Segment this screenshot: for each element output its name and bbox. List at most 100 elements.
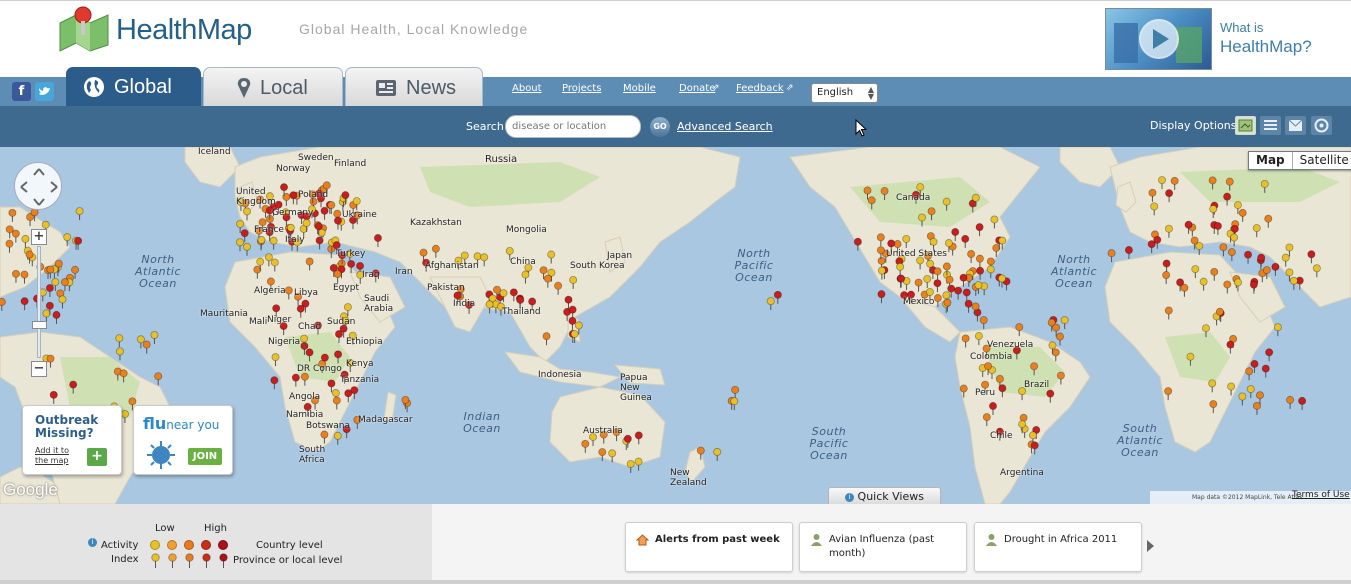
outbreak-pin[interactable] bbox=[1298, 396, 1307, 410]
outbreak-pin[interactable] bbox=[634, 457, 643, 471]
map-label-italy: Italy bbox=[285, 235, 305, 245]
outbreak-pin[interactable] bbox=[1273, 323, 1282, 337]
outbreak-pin[interactable] bbox=[150, 330, 159, 344]
outbreak-pin[interactable] bbox=[154, 372, 163, 386]
outbreak-pin[interactable] bbox=[75, 207, 84, 221]
tab-news[interactable]: News bbox=[345, 67, 483, 106]
outbreak-pin[interactable] bbox=[1261, 364, 1270, 378]
outbreak-pin[interactable] bbox=[1265, 348, 1274, 362]
legend-info-icon[interactable]: i bbox=[88, 538, 97, 547]
language-select[interactable]: English ▲ ▼ bbox=[811, 83, 878, 103]
map-type-satellite-button[interactable]: Satellite bbox=[1293, 152, 1351, 169]
outbreak-pin[interactable] bbox=[1238, 392, 1247, 406]
tab-global[interactable]: Global bbox=[66, 67, 201, 106]
quick-view-card[interactable]: Avian Influenza (past month) bbox=[799, 522, 967, 572]
outbreak-pin[interactable] bbox=[1153, 235, 1162, 249]
outbreak-pin[interactable] bbox=[1147, 240, 1156, 254]
facebook-icon[interactable]: f bbox=[12, 82, 31, 101]
zoom-out-button[interactable]: − bbox=[31, 361, 47, 377]
map-type-map-button[interactable]: Map bbox=[1249, 152, 1293, 169]
outbreak-pin[interactable] bbox=[115, 334, 124, 348]
outbreak-pin[interactable] bbox=[943, 298, 952, 312]
zoom-slider-thumb[interactable] bbox=[32, 321, 47, 329]
outbreak-pin[interactable] bbox=[236, 238, 245, 252]
outbreak-pin[interactable] bbox=[1055, 332, 1064, 346]
mail-view-icon[interactable] bbox=[1285, 116, 1306, 135]
advanced-search-link[interactable]: Advanced Search bbox=[677, 120, 773, 133]
outbreak-pin[interactable] bbox=[58, 295, 67, 309]
twitter-icon[interactable] bbox=[35, 82, 54, 101]
outbreak-pin[interactable] bbox=[1257, 253, 1266, 267]
map-label-niger: Niger bbox=[267, 315, 292, 325]
outbreak-pin[interactable] bbox=[877, 290, 886, 304]
outbreak-pin[interactable] bbox=[964, 299, 973, 313]
outbreak-pin[interactable] bbox=[1195, 241, 1204, 255]
outbreak-pin[interactable] bbox=[60, 278, 69, 292]
outbreak-pin[interactable] bbox=[626, 459, 635, 473]
outbreak-pin[interactable] bbox=[986, 265, 995, 279]
outbreak-pin[interactable] bbox=[270, 376, 279, 390]
projects-link[interactable]: Projects bbox=[562, 83, 601, 94]
outbreak-missing-promo[interactable]: Outbreak Missing? Add it to the map + bbox=[22, 405, 122, 475]
outbreak-pin[interactable] bbox=[1060, 316, 1069, 330]
outbreak-pin[interactable] bbox=[243, 242, 252, 256]
outbreak-pin[interactable] bbox=[979, 316, 988, 330]
outbreak-pin[interactable] bbox=[731, 385, 740, 399]
outbreak-pin[interactable] bbox=[766, 297, 775, 311]
map-label-chad: Chad bbox=[298, 322, 322, 332]
outbreak-pin[interactable] bbox=[0, 297, 6, 311]
outbreak-pin[interactable] bbox=[269, 236, 278, 250]
outbreak-pin[interactable] bbox=[1271, 262, 1280, 276]
outbreak-pin[interactable] bbox=[713, 447, 722, 461]
quick-view-card[interactable]: Drought in Africa 2011 bbox=[974, 522, 1142, 572]
outbreak-pin[interactable] bbox=[954, 286, 963, 300]
map-view-icon[interactable] bbox=[1235, 116, 1256, 135]
outbreak-pin[interactable] bbox=[257, 235, 266, 249]
about-link[interactable]: About bbox=[512, 83, 542, 94]
search-input[interactable]: disease or location bbox=[505, 115, 641, 138]
zoom-in-button[interactable]: + bbox=[31, 229, 47, 245]
outbreak-pin[interactable] bbox=[1286, 395, 1295, 409]
zoom-slider-track[interactable] bbox=[37, 246, 41, 358]
tab-local[interactable]: Local bbox=[203, 67, 343, 106]
globe-settings-icon[interactable] bbox=[1311, 116, 1332, 135]
map-label-iceland: Iceland bbox=[198, 147, 231, 157]
world-map[interactable]: Russia Iceland Norway Finland Sweden Uni… bbox=[0, 147, 1351, 504]
quick-view-card[interactable]: Alerts from past week bbox=[625, 522, 793, 572]
outbreak-pin[interactable] bbox=[598, 448, 607, 462]
add-outbreak-button[interactable]: + bbox=[87, 448, 107, 466]
outbreak-pin[interactable] bbox=[485, 300, 494, 314]
outbreak-pin[interactable] bbox=[52, 310, 61, 324]
outbreak-pin[interactable] bbox=[1245, 367, 1254, 381]
map-label-kazakhstan: Kazakhstan bbox=[410, 218, 462, 228]
video-thumbnail[interactable] bbox=[1105, 8, 1212, 70]
outbreak-pin[interactable] bbox=[142, 340, 151, 354]
healthmap-logo[interactable]: HealthMap bbox=[56, 5, 276, 53]
donate-link[interactable]: Donate bbox=[679, 83, 715, 94]
outbreak-pin[interactable] bbox=[1244, 250, 1253, 264]
outbreak-pin[interactable] bbox=[115, 347, 124, 361]
outbreak-pin[interactable] bbox=[976, 266, 985, 280]
what-is-healthmap-video[interactable]: What is HealthMap? bbox=[1105, 8, 1335, 70]
mobile-link[interactable]: Mobile bbox=[623, 83, 656, 94]
outbreak-pin[interactable] bbox=[333, 431, 342, 445]
feedback-link[interactable]: Feedback bbox=[736, 83, 784, 94]
outbreak-pin[interactable] bbox=[1219, 243, 1228, 257]
terms-of-use-link[interactable]: Terms of Use bbox=[1292, 490, 1350, 500]
outbreak-pin[interactable] bbox=[1246, 385, 1255, 399]
quick-views-next-arrow-icon[interactable] bbox=[1147, 540, 1154, 552]
outbreak-pin[interactable] bbox=[773, 290, 782, 304]
outbreak-pin[interactable] bbox=[20, 297, 29, 311]
outbreak-pin[interactable] bbox=[962, 288, 971, 302]
flu-near-you-promo[interactable]: flunear you JOIN bbox=[133, 405, 233, 475]
join-button[interactable]: JOIN bbox=[188, 448, 222, 465]
list-view-icon[interactable] bbox=[1260, 116, 1281, 135]
pan-control[interactable] bbox=[14, 162, 62, 210]
outbreak-pin[interactable] bbox=[1124, 246, 1133, 260]
outbreak-pin[interactable] bbox=[1289, 276, 1298, 290]
go-button[interactable]: GO bbox=[650, 117, 670, 137]
outbreak-pin[interactable] bbox=[1252, 401, 1261, 415]
outbreak-pin[interactable] bbox=[1227, 248, 1236, 262]
outbreak-pin[interactable] bbox=[1107, 249, 1116, 263]
quick-views-tab[interactable]: i Quick Views bbox=[828, 487, 941, 504]
